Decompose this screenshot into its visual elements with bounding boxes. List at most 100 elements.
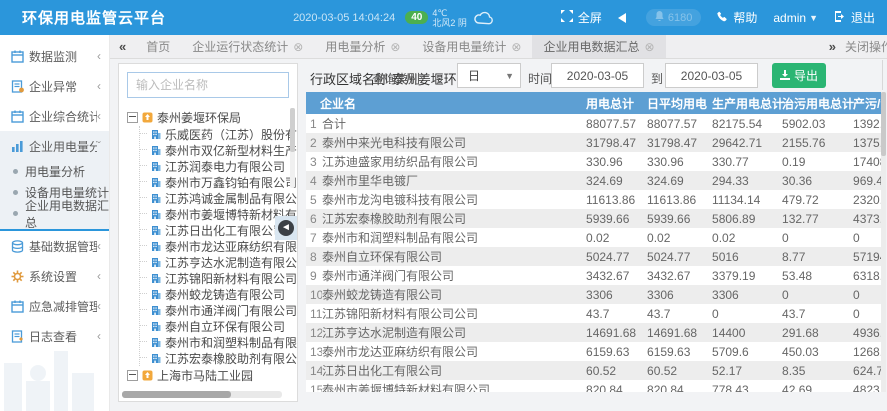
value-cell: 1392.33	[853, 114, 882, 133]
tree-expander-icon[interactable]	[127, 370, 138, 381]
tab-3[interactable]: 设备用电量统计⊗	[411, 35, 532, 58]
tree-company-item[interactable]: 泰州自立环保有限公司	[140, 318, 297, 334]
logout-button[interactable]: 退出	[834, 9, 875, 26]
value-cell: 820.84	[647, 380, 712, 392]
sidebar-item-4[interactable]: 基础数据管理‹	[0, 231, 109, 261]
tree-company-label: 泰州市万鑫钧铂有限公司	[165, 174, 297, 191]
tree-company-item[interactable]: 江苏鸿诚金属制品有限公司	[140, 190, 297, 206]
help-button[interactable]: 帮助	[717, 9, 757, 26]
value-cell: 43.7	[782, 304, 853, 323]
volume-icon[interactable]	[618, 13, 626, 23]
tree-vertical-scrollbar[interactable]	[290, 108, 295, 188]
tab-close-icon[interactable]: ⊗	[645, 41, 655, 53]
tree-company-item[interactable]: 泰州市万鑫钧铂有限公司	[140, 174, 297, 190]
sidebar-menu: 数据监测‹企业异常‹企业综合统计‹企业用电量分析ˇ用电量分析设备用电量统计企业用…	[0, 41, 109, 351]
table-row[interactable]: 5泰州市龙沟电镀科技有限公司11613.8611613.8611134.1447…	[306, 190, 882, 209]
fullscreen-button[interactable]: 全屏	[561, 9, 602, 26]
value-cell: 0.02	[712, 228, 782, 247]
tree-expander-icon[interactable]	[127, 112, 138, 123]
tree-company-item[interactable]: 江苏宏泰橡胶助剂有限公司	[140, 350, 297, 366]
close-operations-button[interactable]: 关闭操作	[845, 38, 887, 55]
table-row[interactable]: 14江苏日出化工有限公司60.5260.5252.178.35624.79	[306, 361, 882, 380]
tree-company-item[interactable]: 泰州市和润塑料制品有限公司	[140, 334, 297, 350]
sidebar-item-6[interactable]: 应急减排管理‹	[0, 291, 109, 321]
value-cell: 3306	[586, 285, 647, 304]
tree-company-item[interactable]: 江苏锦阳新材料有限公司公司	[140, 270, 297, 286]
table-row[interactable]: 6江苏宏泰橡胶助剂有限公司5939.665939.665806.89132.77…	[306, 209, 882, 228]
table-row[interactable]: 11江苏锦阳新材料有限公司公司43.743.7043.70	[306, 304, 882, 323]
value-cell: 0	[782, 228, 853, 247]
table-row[interactable]: 13泰州市龙达亚麻纺织有限公司6159.636159.635709.6450.0…	[306, 342, 882, 361]
query-type-select[interactable]: 日 ▼	[457, 63, 521, 88]
tab-4[interactable]: 企业用电数据汇总⊗	[532, 35, 665, 58]
table-row[interactable]: 15泰州市姜堰博特新材料有限公司820.84820.84778.4342.694…	[306, 380, 882, 392]
sidebar-item-5[interactable]: 系统设置‹	[0, 261, 109, 291]
tab-close-icon[interactable]: ⊗	[511, 41, 521, 53]
value-cell: 330.77	[712, 152, 782, 171]
tree-company-item[interactable]: 江苏亨达水泥制造有限公司	[140, 254, 297, 270]
value-cell: 88077.57	[647, 114, 712, 133]
company-name-cell: 江苏日出化工有限公司	[322, 361, 586, 380]
sidebar-subitem[interactable]: 用电量分析	[0, 161, 109, 182]
table-row[interactable]: 9泰州市通洋阀门有限公司3432.673432.673379.1953.4863…	[306, 266, 882, 285]
tab-close-icon[interactable]: ⊗	[390, 41, 400, 53]
value-cell: 324.69	[647, 171, 712, 190]
table-row[interactable]: 3江苏迪盛家用纺织品有限公司330.96330.96330.770.191740…	[306, 152, 882, 171]
building-icon	[151, 161, 161, 172]
company-name-cell: 泰州蛟龙铸造有限公司	[322, 285, 586, 304]
tabs-scroll-left-icon[interactable]: «	[110, 39, 135, 54]
tree-root-0[interactable]: 泰州姜堰环保局	[127, 108, 297, 126]
tab-0[interactable]: 首页	[135, 35, 181, 58]
company-tree-panel: 泰州姜堰环保局乐威医药（江苏）股份有限公司泰州市双亿新型材料生产有限公司江苏润泰…	[118, 63, 298, 402]
tabs-scroll-right-icon[interactable]: »	[820, 39, 845, 54]
bureau-icon	[142, 112, 153, 123]
table-row[interactable]: 2泰州中来光电科技有限公司31798.4731798.4729642.71215…	[306, 133, 882, 152]
row-index: 2	[306, 133, 322, 152]
tree-company-item[interactable]: 江苏润泰电力有限公司	[140, 158, 297, 174]
value-cell: 969.47	[853, 171, 882, 190]
fullscreen-icon	[561, 10, 573, 25]
sidebar-item-1[interactable]: 企业异常‹	[0, 71, 109, 101]
sidebar-item-2[interactable]: 企业综合统计‹	[0, 101, 109, 131]
building-icon	[151, 353, 161, 364]
sidebar-subitem[interactable]: 企业用电数据汇总	[0, 203, 109, 224]
tree-company-item[interactable]: 泰州市通洋阀门有限公司	[140, 302, 297, 318]
tab-1[interactable]: 企业运行状态统计⊗	[181, 35, 314, 58]
panel-collapse-button[interactable]: ◄	[278, 220, 294, 236]
tree-company-item[interactable]: 泰州市双亿新型材料生产有限公司	[140, 142, 297, 158]
tree-company-item[interactable]: 江苏日出化工有限公司	[140, 222, 297, 238]
row-index: 7	[306, 228, 322, 247]
user-menu[interactable]: admin ▼	[773, 11, 818, 25]
table-row[interactable]: 8泰州自立环保有限公司5024.775024.7750168.7757194.9…	[306, 247, 882, 266]
table-row[interactable]: 4泰州市里华电镀厂324.69324.69294.3330.36969.47	[306, 171, 882, 190]
export-button[interactable]: 导出	[772, 63, 826, 88]
value-cell: 5024.77	[586, 247, 647, 266]
date-to-input[interactable]	[665, 63, 758, 88]
sidebar-item-3[interactable]: 企业用电量分析ˇ	[0, 131, 109, 161]
table-vertical-scrollbar[interactable]	[881, 92, 886, 392]
tab-2[interactable]: 用电量分析⊗	[314, 35, 411, 58]
value-cell: 324.69	[586, 171, 647, 190]
tree-root-1[interactable]: 上海市马陆工业园	[127, 366, 297, 384]
value-cell: 3306	[712, 285, 782, 304]
sidebar-item-0[interactable]: 数据监测‹	[0, 41, 109, 71]
bullet-icon	[13, 169, 18, 174]
sidebar-item-7[interactable]: 日志查看‹	[0, 321, 109, 351]
tree-company-item[interactable]: 泰州蛟龙铸造有限公司	[140, 286, 297, 302]
alarm-count-badge[interactable]: 6180	[646, 9, 701, 26]
value-cell: 0	[853, 285, 882, 304]
tree-company-item[interactable]: 泰州市龙达亚麻纺织有限公司	[140, 238, 297, 254]
tree-company-item[interactable]: 泰州市姜堰博特新材料有限公司	[140, 206, 297, 222]
table-row[interactable]: 10泰州蛟龙铸造有限公司33063306330600	[306, 285, 882, 304]
table-row[interactable]: 1合计88077.5788077.5782175.545902.031392.3…	[306, 114, 882, 133]
tree-horizontal-scrollbar[interactable]	[122, 391, 282, 398]
date-from-input[interactable]	[551, 63, 644, 88]
tree-company-label: 江苏亨达水泥制造有限公司	[165, 254, 297, 271]
company-search-input[interactable]	[127, 72, 289, 98]
tab-close-icon[interactable]: ⊗	[293, 41, 303, 53]
electricity-data-table: 企业名用电总计日平均用电生产用电总计治污用电总计产污/治污(用1合计88077.…	[306, 92, 882, 392]
tree-company-label: 江苏锦阳新材料有限公司公司	[165, 270, 297, 287]
table-row[interactable]: 7泰州市和润塑料制品有限公司0.020.020.0200	[306, 228, 882, 247]
tree-company-item[interactable]: 乐威医药（江苏）股份有限公司	[140, 126, 297, 142]
table-row[interactable]: 12江苏亨达水泥制造有限公司14691.6814691.6814400291.6…	[306, 323, 882, 342]
